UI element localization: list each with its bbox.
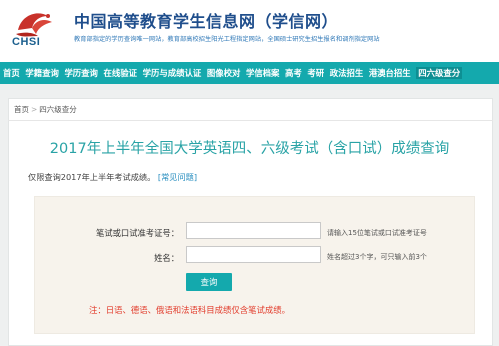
name-label: 姓名：: [154, 253, 179, 263]
notice-message: 仅限查询2017年上半年考试成绩。: [28, 172, 156, 182]
site-header: CHSI 中国高等教育学生信息网（学信网） 教育部指定的学历查询唯一网站，教育部…: [0, 0, 499, 62]
nav-item-gaokao[interactable]: 高考: [285, 67, 302, 79]
nav-item-cet-score[interactable]: 四六级查分: [416, 67, 463, 79]
name-hint: 姓名超过3个字，可只输入前3个: [327, 253, 427, 261]
faq-link[interactable]: [常见问题]: [158, 172, 197, 182]
exam-id-hint: 请输入15位笔试或口试准考证号: [327, 229, 427, 237]
query-button[interactable]: 查询: [186, 273, 232, 291]
breadcrumb-home[interactable]: 首页: [14, 105, 29, 114]
nav-item-law-admission[interactable]: 政法招生: [330, 67, 364, 79]
breadcrumb-current: 四六级查分: [39, 105, 77, 114]
nav-item-certification[interactable]: 学历与成绩认证: [143, 67, 202, 79]
warning-note: 注：日语、德语、俄语和法语科目成绩仅含笔试成绩。: [89, 305, 290, 315]
exam-id-label: 笔试或口试准考证号：: [96, 228, 179, 238]
name-input[interactable]: [186, 246, 321, 263]
site-subtitle: 教育部指定的学历查询唯一网站，教育部高校招生阳光工程指定网站，全国硕士研究生招生…: [74, 36, 380, 43]
site-title[interactable]: 中国高等教育学生信息网（学信网）: [74, 8, 338, 32]
breadcrumb-separator: >: [31, 105, 38, 114]
exam-id-input[interactable]: [186, 222, 321, 239]
nav-item-archive[interactable]: 学信档案: [246, 67, 280, 79]
notice-text: 仅限查询2017年上半年考试成绩。 [常见问题]: [28, 171, 197, 183]
breadcrumb: 首页 > 四六级查分: [14, 104, 77, 115]
nav-item-image-check[interactable]: 图像校对: [207, 67, 241, 79]
nav-item-degree-query[interactable]: 学历查询: [64, 67, 98, 79]
nav-item-enrollment-query[interactable]: 学籍查询: [25, 67, 59, 79]
main-nav: 首页 学籍查询 学历查询 在线验证 学历与成绩认证 图像校对 学信档案 高考 考…: [0, 62, 499, 84]
nav-item-hk-macau-tw[interactable]: 港澳台招生: [369, 67, 411, 79]
page-title: 2017年上半年全国大学英语四、六级考试（含口试）成绩查询: [49, 141, 450, 157]
nav-item-kaoyan[interactable]: 考研: [307, 67, 324, 79]
divider: [8, 120, 493, 121]
nav-item-home[interactable]: 首页: [3, 67, 20, 79]
nav-item-online-verify[interactable]: 在线验证: [104, 67, 138, 79]
logo-text: CHSI: [12, 36, 41, 48]
